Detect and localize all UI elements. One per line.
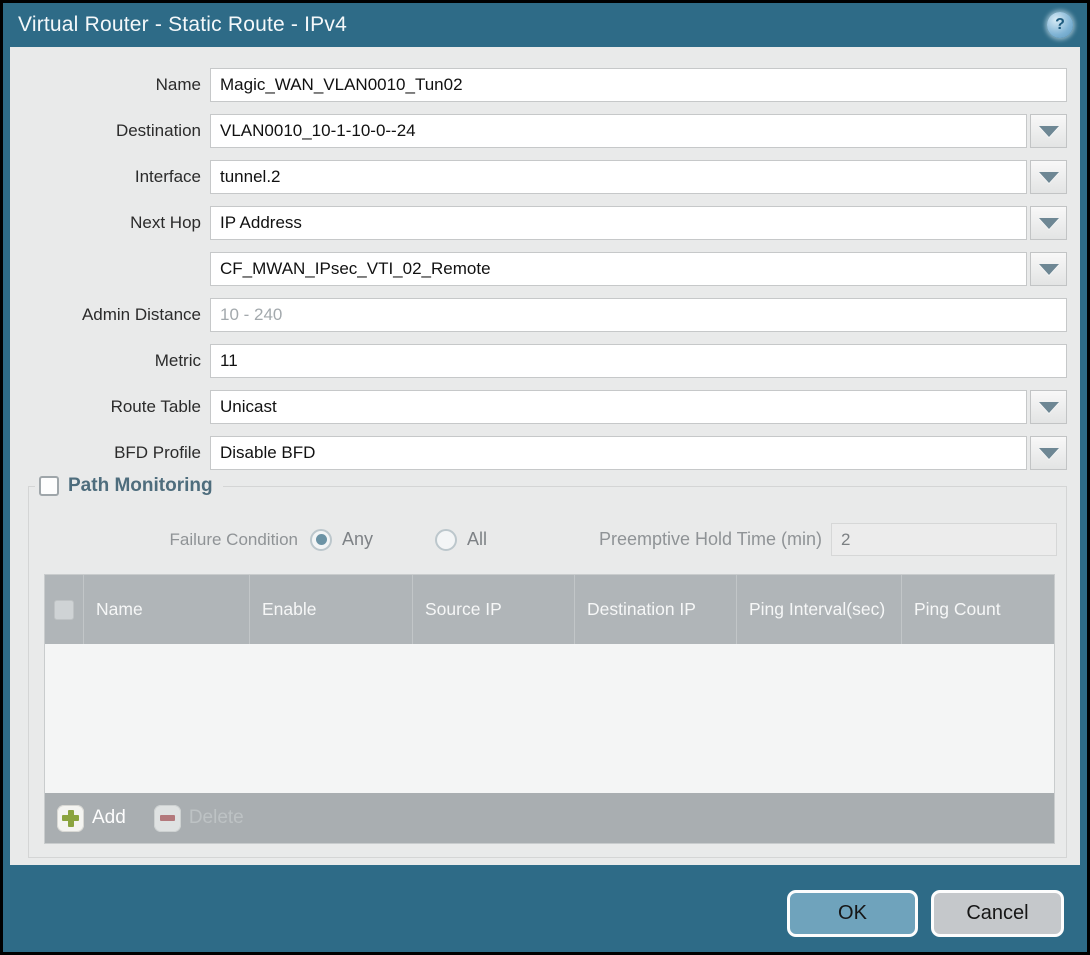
name-input[interactable] (210, 68, 1067, 102)
route-table-row: Route Table (20, 390, 1067, 424)
route-table-dropdown-button[interactable] (1030, 390, 1067, 424)
static-route-dialog: Virtual Router - Static Route - IPv4 ? N… (0, 0, 1090, 955)
select-all-checkbox[interactable] (54, 600, 74, 620)
column-ping-interval: Ping Interval(sec) (736, 575, 901, 644)
chevron-down-icon (1039, 448, 1059, 459)
chevron-down-icon (1039, 218, 1059, 229)
failure-condition-all-option: All (435, 529, 513, 551)
path-monitoring-table: Name Enable Source IP Destination IP Pin… (44, 574, 1055, 844)
route-table-input[interactable] (210, 390, 1027, 424)
admin-distance-row: Admin Distance (20, 298, 1067, 332)
bfd-profile-row: BFD Profile (20, 436, 1067, 470)
interface-dropdown-button[interactable] (1030, 160, 1067, 194)
next-hop-address-row (20, 252, 1067, 286)
cancel-button[interactable]: Cancel (931, 890, 1064, 937)
admin-distance-input[interactable] (210, 298, 1067, 332)
delete-button-label: Delete (189, 807, 244, 829)
metric-label: Metric (20, 351, 210, 371)
column-source-ip: Source IP (412, 575, 574, 644)
select-all-column (45, 575, 83, 644)
destination-label: Destination (20, 121, 210, 141)
chevron-down-icon (1039, 126, 1059, 137)
metric-input[interactable] (210, 344, 1067, 378)
route-table-label: Route Table (20, 397, 210, 417)
destination-input[interactable] (210, 114, 1027, 148)
preemptive-hold-time-input (831, 523, 1057, 556)
ok-button[interactable]: OK (787, 890, 918, 937)
path-monitoring-checkbox[interactable] (39, 476, 59, 496)
next-hop-dropdown-button[interactable] (1030, 206, 1067, 240)
path-monitoring-legend: Path Monitoring (35, 473, 223, 499)
table-header: Name Enable Source IP Destination IP Pin… (45, 575, 1054, 644)
dialog-body: Name Destination Interface Next Hop (10, 47, 1080, 865)
path-monitoring-title: Path Monitoring (68, 475, 213, 497)
bfd-profile-input[interactable] (210, 436, 1027, 470)
path-monitoring-section: Path Monitoring Failure Condition Any Al… (28, 486, 1067, 858)
bfd-profile-dropdown-button[interactable] (1030, 436, 1067, 470)
delete-button: Delete (154, 805, 244, 832)
next-hop-row: Next Hop (20, 206, 1067, 240)
bfd-profile-label: BFD Profile (20, 443, 210, 463)
failure-condition-label: Failure Condition (38, 530, 310, 550)
name-row: Name (20, 68, 1067, 102)
failure-condition-row: Failure Condition Any All Preemptive Hol… (38, 523, 1057, 556)
dialog-title: Virtual Router - Static Route - IPv4 (18, 13, 347, 37)
admin-distance-label: Admin Distance (20, 305, 210, 325)
interface-label: Interface (20, 167, 210, 187)
radio-any (310, 529, 332, 551)
add-button[interactable]: Add (57, 805, 126, 832)
next-hop-label: Next Hop (20, 213, 210, 233)
radio-all (435, 529, 457, 551)
radio-all-label: All (467, 529, 487, 550)
table-body-empty (45, 644, 1054, 793)
radio-any-label: Any (342, 529, 373, 550)
plus-icon (57, 805, 84, 832)
chevron-down-icon (1039, 402, 1059, 413)
dialog-titlebar: Virtual Router - Static Route - IPv4 ? (3, 3, 1087, 47)
column-name: Name (83, 575, 249, 644)
interface-row: Interface (20, 160, 1067, 194)
add-button-label: Add (92, 807, 126, 829)
preemptive-hold-time-label: Preemptive Hold Time (min) (599, 529, 831, 550)
failure-condition-any-option: Any (310, 529, 399, 551)
help-icon[interactable]: ? (1047, 12, 1073, 38)
next-hop-address-input[interactable] (210, 252, 1027, 286)
next-hop-type-input[interactable] (210, 206, 1027, 240)
dialog-footer: OK Cancel (3, 868, 1087, 952)
next-hop-address-dropdown-button[interactable] (1030, 252, 1067, 286)
interface-input[interactable] (210, 160, 1027, 194)
minus-icon (154, 805, 181, 832)
table-toolbar: Add Delete (45, 793, 1054, 843)
destination-dropdown-button[interactable] (1030, 114, 1067, 148)
column-enable: Enable (249, 575, 412, 644)
chevron-down-icon (1039, 264, 1059, 275)
destination-row: Destination (20, 114, 1067, 148)
chevron-down-icon (1039, 172, 1059, 183)
column-ping-count: Ping Count (901, 575, 1054, 644)
metric-row: Metric (20, 344, 1067, 378)
column-destination-ip: Destination IP (574, 575, 736, 644)
name-label: Name (20, 75, 210, 95)
